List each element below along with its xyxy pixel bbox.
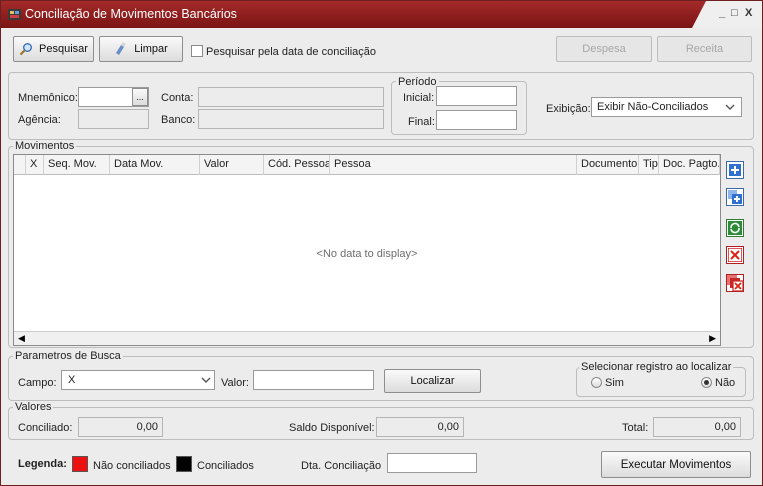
initial-date-label: Inicial: [403, 92, 435, 104]
delete-row-button[interactable] [726, 246, 744, 264]
search-button-label: Pesquisar [39, 43, 88, 55]
agency-field [78, 109, 149, 129]
column-header-seq-mov[interactable]: Seq. Mov. [44, 155, 110, 175]
delete-all-button[interactable] [726, 274, 744, 292]
expense-button[interactable]: Despesa [556, 36, 652, 62]
values-title: Valores [13, 401, 54, 413]
scroll-left-arrow-icon[interactable]: ◀ [18, 333, 25, 344]
bank-field [198, 109, 384, 129]
display-select-value: Exibir Não-Conciliados [597, 101, 709, 113]
value-input[interactable] [253, 370, 374, 390]
field-chevron-down-icon[interactable] [201, 376, 211, 384]
main-window: Conciliação de Movimentos Bancários _ □ … [0, 0, 763, 486]
grid-empty-message: <No data to display> [316, 248, 418, 260]
minimize-button[interactable]: _ [719, 7, 725, 19]
account-label: Conta: [161, 92, 194, 104]
refresh-icon [728, 221, 742, 235]
column-header-data-mov[interactable]: Data Mov. [110, 155, 200, 175]
period-title: Período [396, 76, 439, 88]
account-field [198, 87, 384, 107]
value-label: Valor: [221, 377, 249, 389]
revenue-button[interactable]: Receita [657, 36, 752, 62]
execute-movements-label: Executar Movimentos [620, 458, 732, 471]
final-date-input[interactable] [436, 110, 517, 130]
radio-sim-label: Sim [605, 377, 624, 389]
reconciled-value: 0,00 [78, 417, 163, 437]
delete-all-icon [727, 275, 743, 291]
field-select-value: X [68, 374, 76, 386]
total-value: 0,00 [653, 417, 741, 437]
movements-grid[interactable]: X Seq. Mov. Data Mov. Valor Cód. Pessoa … [13, 154, 721, 346]
radio-sim[interactable] [591, 377, 602, 388]
mnemonic-lookup-button[interactable]: ... [132, 88, 148, 106]
display-select[interactable]: Exibir Não-Conciliados [591, 97, 742, 117]
not-reconciled-label: Não conciliados [93, 460, 171, 472]
search-by-date-label: Pesquisar pela data de conciliação [206, 46, 377, 58]
locate-button-label: Localizar [410, 375, 455, 387]
not-reconciled-swatch [72, 456, 88, 472]
app-logo-icon [8, 9, 21, 20]
field-select[interactable]: X [61, 370, 215, 390]
maximize-button[interactable]: □ [731, 7, 738, 19]
title-bar: Conciliação de Movimentos Bancários _ □ … [1, 1, 762, 28]
window-title: Conciliação de Movimentos Bancários [25, 7, 237, 21]
window-controls: _ □ X [692, 1, 762, 28]
chevron-down-icon[interactable] [725, 103, 735, 111]
clear-button-label: Limpar [134, 43, 168, 55]
search-button[interactable]: Pesquisar [13, 36, 94, 62]
radio-nao-label: Não [715, 377, 736, 389]
radio-nao[interactable] [701, 377, 712, 388]
reconciliation-date-label: Dta. Conciliação [301, 460, 382, 472]
available-balance-value: 0,00 [376, 417, 464, 437]
close-button[interactable]: X [745, 7, 752, 19]
locate-button[interactable]: Localizar [384, 369, 481, 393]
reconciliation-date-input[interactable] [387, 453, 477, 473]
select-on-locate-title: Selecionar registro ao localizar [579, 361, 734, 373]
search-by-date-checkbox[interactable] [191, 45, 203, 57]
add-icon [729, 164, 741, 176]
available-balance-label: Saldo Disponível: [289, 422, 375, 434]
grid-header: X Seq. Mov. Data Mov. Valor Cód. Pessoa … [14, 155, 720, 175]
reconciled-label: Conciliado: [18, 422, 73, 434]
column-header-documento[interactable]: Documento [577, 155, 639, 175]
search-params-title: Parametros de Busca [13, 350, 123, 362]
total-label: Total: [622, 422, 649, 434]
reconciled-swatch [176, 456, 192, 472]
eraser-icon [116, 42, 127, 55]
final-date-label: Final: [408, 116, 435, 128]
legend-title: Legenda: [18, 458, 67, 470]
add-copy-button[interactable] [726, 188, 744, 206]
agency-label: Agência: [18, 114, 61, 126]
reconciled-legend-label: Conciliados [197, 460, 254, 472]
revenue-button-label: Receita [685, 43, 724, 55]
scroll-right-arrow-icon[interactable]: ▶ [709, 333, 716, 344]
add-row-button[interactable] [726, 161, 744, 179]
field-label: Campo: [18, 377, 57, 389]
mnemonic-label: Mnemônico: [18, 92, 78, 104]
clear-button[interactable]: Limpar [99, 36, 183, 62]
movements-title: Movimentos [13, 140, 77, 152]
column-header-tipo[interactable]: Tipo [639, 155, 659, 175]
display-label: Exibição: [546, 103, 591, 115]
column-header-pessoa[interactable]: Pessoa [330, 155, 577, 175]
search-icon [19, 43, 33, 56]
expense-button-label: Despesa [582, 43, 626, 55]
column-header-valor[interactable]: Valor [200, 155, 264, 175]
bank-label: Banco: [161, 114, 196, 126]
delete-icon [728, 248, 742, 262]
initial-date-input[interactable] [436, 86, 517, 106]
add-copy-icon [728, 190, 742, 204]
row-indicator-header [14, 155, 26, 175]
horizontal-scrollbar[interactable]: ◀ ▶ [14, 331, 720, 345]
refresh-button[interactable] [726, 219, 744, 237]
execute-movements-button[interactable]: Executar Movimentos [601, 451, 751, 478]
ellipsis-label: ... [136, 92, 144, 102]
column-header-x[interactable]: X [26, 155, 44, 175]
column-header-cod-pessoa[interactable]: Cód. Pessoa [264, 155, 330, 175]
column-header-doc-pagto[interactable]: Doc. Pagto. [659, 155, 720, 175]
